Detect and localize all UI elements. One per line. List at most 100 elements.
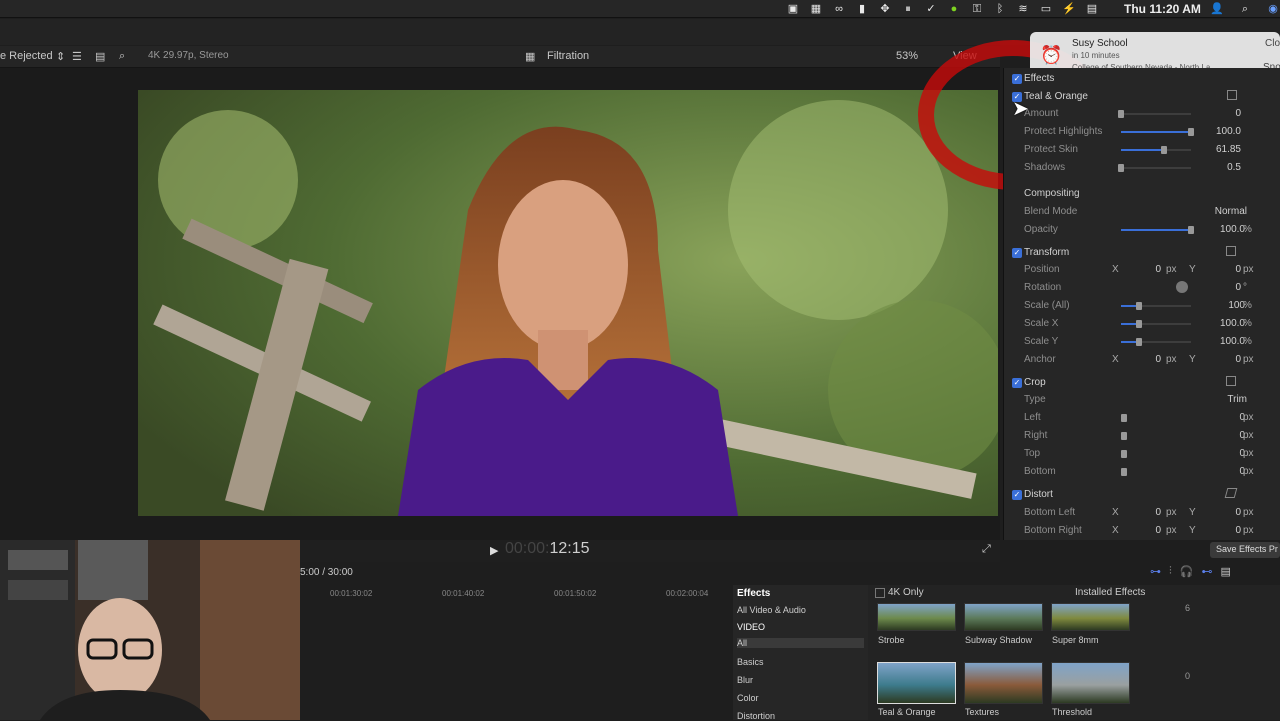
bottom-left-y-label: Y [1189,507,1196,518]
user-icon[interactable]: 👤 [1210,2,1224,16]
zoom-level[interactable]: 53% [896,50,918,62]
mask-icon[interactable] [1227,90,1237,100]
effect-label: Textures [965,707,1000,717]
bottom-right-y-label: Y [1189,525,1196,536]
creative-cloud-icon[interactable]: ∞ [832,2,846,16]
crop-left-slider[interactable] [1121,414,1127,422]
timecode-display[interactable]: 00:00:12:15 [505,540,590,558]
crop-type-select[interactable]: Trim [1227,394,1247,405]
protect-highlights-slider[interactable] [1121,128,1194,136]
effect-thumb-textures[interactable] [964,662,1043,704]
checkmark-icon[interactable]: ✓ [924,2,938,16]
filmstrip-icon[interactable]: ▤ [95,50,105,63]
effect-thumb-subway-shadow[interactable] [964,603,1043,631]
position-y-value[interactable]: 0 [1235,264,1241,275]
save-effects-preset-button[interactable]: Save Effects Pr [1210,542,1280,558]
4k-only-checkbox[interactable] [875,588,885,598]
scale-y-value[interactable]: 100.0 [1220,336,1245,347]
video-frame[interactable] [138,90,998,516]
dropbox-icon[interactable]: ✥ [878,2,892,16]
scale-x-slider[interactable] [1121,320,1191,328]
bottom-left-y-value[interactable]: 0 [1235,507,1241,518]
siri-icon[interactable]: ◉ [1266,2,1280,16]
rotation-value[interactable]: 0 [1235,282,1241,293]
crop-checkbox[interactable]: ✓ [1012,378,1022,388]
menu-clock[interactable]: Thu 11:20 AM [1124,2,1201,16]
effects-checkbox[interactable]: ✓ [1012,74,1022,84]
play-icon[interactable]: ▶ [490,544,498,557]
headphones-icon[interactable]: 🎧 [1180,565,1194,578]
category-item-selected[interactable]: All [737,638,864,648]
bottom-right-x-value[interactable]: 0 [1155,525,1161,536]
effect-thumb-threshold[interactable] [1051,662,1130,704]
amount-value[interactable]: 0 [1235,108,1241,119]
category-item[interactable]: Blur [737,675,753,685]
crop-type-label: Type [1024,394,1046,405]
lock-icon[interactable]: ⚿ [970,2,984,16]
shadows-slider[interactable] [1118,164,1191,172]
crop-top-slider[interactable] [1121,450,1127,458]
clip-appearance-icon[interactable]: ⊶ [1150,565,1161,578]
transform-onscreen-icon[interactable] [1226,246,1236,256]
transform-checkbox[interactable]: ✓ [1012,248,1022,258]
anchor-x-value[interactable]: 0 [1155,354,1161,365]
screen-record-icon[interactable]: ▣ [786,2,800,16]
protect-skin-value[interactable]: 61.85 [1216,144,1241,155]
opacity-value[interactable]: 100.0 [1220,224,1245,235]
bottom-right-label: Bottom Right [1024,525,1082,536]
browser-toggle-icon[interactable]: ▤ [1220,565,1230,578]
category-item[interactable]: Basics [737,657,764,667]
installed-effects-menu[interactable]: Installed Effects [1075,587,1145,598]
amount-slider[interactable] [1118,110,1191,118]
protect-skin-slider[interactable] [1121,146,1191,154]
scale-all-slider[interactable] [1121,302,1191,310]
crop-left-unit: px [1243,412,1254,423]
wifi-icon[interactable]: ≋ [1016,2,1030,16]
search-icon[interactable]: ⌕ [119,50,125,63]
bottom-left-x-value[interactable]: 0 [1155,507,1161,518]
distort-onscreen-icon[interactable] [1224,488,1238,498]
distort-section: ✓ Distort [1004,485,1280,505]
green-dot-icon[interactable]: ● [947,2,961,16]
category-item[interactable]: VIDEO [737,622,765,632]
position-x-value[interactable]: 0 [1155,264,1161,275]
bottom-right-x-label: X [1112,525,1119,536]
display-icon[interactable]: ▦ [809,2,823,16]
timeline[interactable]: 5:00 / 30:00 00:01:30:02 00:01:40:02 00:… [300,562,732,720]
blend-mode-select[interactable]: Normal [1215,206,1247,217]
list-view-icon[interactable]: ☰ [72,50,82,63]
audio-skimming-icon[interactable]: ⫶ [1169,565,1172,578]
bluetooth-icon[interactable]: ᛒ [993,2,1007,16]
fullscreen-icon[interactable]: ⤢ [982,543,991,556]
airplay-icon[interactable]: ▭ [1039,2,1053,16]
teal-orange-section: ✓ Teal & Orange [1004,87,1280,107]
white-rect-icon[interactable]: ▮ [855,2,869,16]
bottom-right-y-value[interactable]: 0 [1235,525,1241,536]
category-item[interactable]: All Video & Audio [737,605,806,615]
rotation-dial[interactable] [1176,281,1188,293]
position-x-unit: px [1166,264,1177,275]
protect-highlights-value[interactable]: 100.0 [1216,126,1241,137]
scale-x-value[interactable]: 100.0 [1220,318,1245,329]
effect-thumb-strobe[interactable] [877,603,956,631]
scale-x-label: Scale X [1024,318,1059,329]
spotlight-icon[interactable]: ⌕ [1238,2,1252,16]
crop-right-slider[interactable] [1121,432,1127,440]
crop-onscreen-icon[interactable] [1226,376,1236,386]
notification-close-button[interactable]: Clo [1265,38,1280,49]
effect-thumb-super-8mm[interactable] [1051,603,1130,631]
library-filter[interactable]: e Rejected [0,50,53,62]
viewer-title: Filtration [547,50,590,62]
effect-thumb-teal-orange[interactable] [877,662,956,704]
shadows-value[interactable]: 0.5 [1227,162,1241,173]
pause-icon[interactable]: ⏸ [901,2,915,16]
snapping-icon[interactable]: ⊷ [1201,565,1212,578]
crop-bottom-slider[interactable] [1121,468,1127,476]
anchor-y-value[interactable]: 0 [1235,354,1241,365]
calendar-icon[interactable]: ▤ [1085,2,1099,16]
scale-y-slider[interactable] [1121,338,1191,346]
distort-checkbox[interactable]: ✓ [1012,490,1022,500]
category-item[interactable]: Color [737,693,759,703]
battery-icon[interactable]: ⚡ [1062,2,1076,16]
opacity-slider[interactable] [1121,226,1194,234]
